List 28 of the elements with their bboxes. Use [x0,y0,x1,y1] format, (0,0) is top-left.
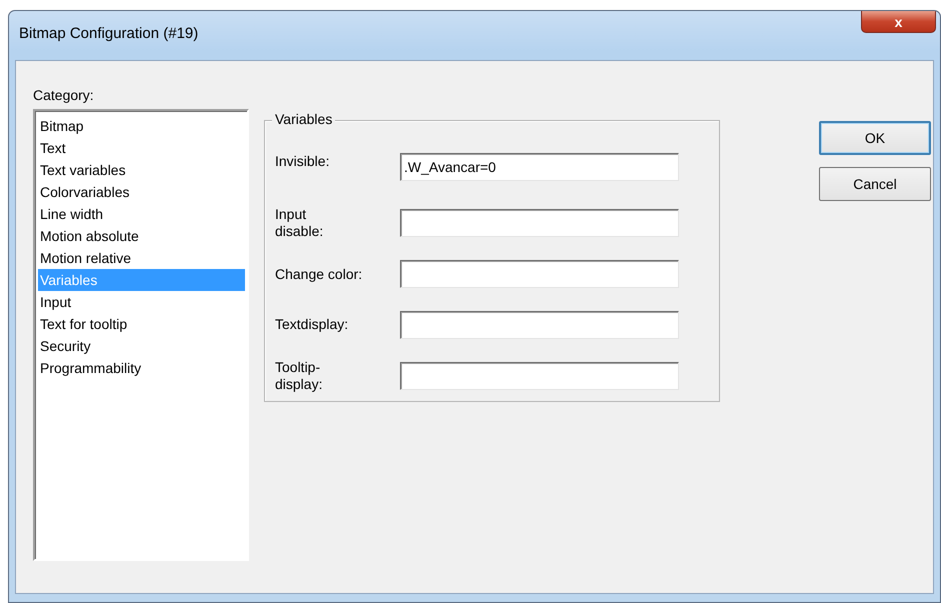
list-item[interactable]: Colorvariables [38,181,245,203]
group-title: Variables [272,111,336,127]
text-field[interactable] [400,209,679,238]
ok-button[interactable]: OK [819,121,931,155]
list-item[interactable]: Input [38,291,245,313]
field-label: Textdisplay: [275,316,350,334]
list-item[interactable]: Text variables [38,159,245,181]
field-label: Change color: [275,266,364,283]
field-label: Invisible: [275,153,330,170]
cancel-button[interactable]: Cancel [819,167,931,201]
list-item[interactable]: Motion absolute [38,225,245,247]
text-field[interactable]: .W_Avancar=0 [400,153,679,181]
field-label: Input disable: [275,206,324,240]
list-item[interactable]: Motion relative [38,247,245,269]
text-field[interactable] [400,260,679,288]
list-item[interactable]: Line width [38,203,245,225]
list-item[interactable]: Text for tooltip [38,313,245,335]
close-button[interactable]: x [861,11,936,33]
window-title: Bitmap Configuration (#19) [19,25,198,42]
list-item[interactable]: Security [38,335,245,357]
category-label: Category: [33,87,94,103]
list-item[interactable]: Programmability [38,357,245,379]
category-list[interactable]: Bitmap Text Text variables Colorvariables Line width Motion absolute Motion relative Variables Input Text for tooltip Security Programmability [33,109,249,561]
list-item[interactable]: Text [38,137,245,159]
field-label: Tooltip-display: [275,358,324,393]
text-field[interactable] [400,362,679,390]
text-field[interactable] [400,310,679,339]
list-item[interactable]: Bitmap [38,115,245,137]
